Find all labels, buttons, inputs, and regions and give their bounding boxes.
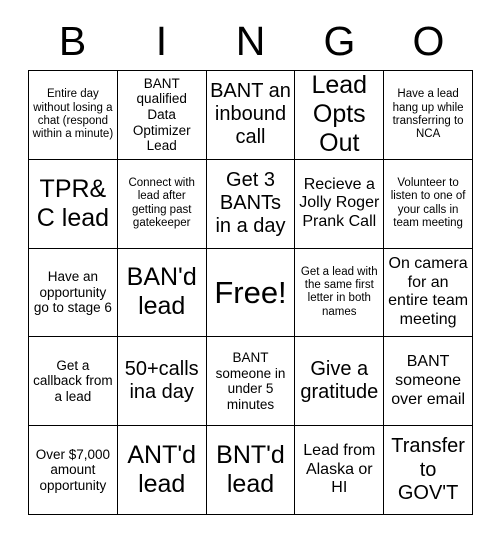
bingo-cell-i4-text: 50+calls ina day — [124, 358, 199, 404]
bingo-cell-i2-text: Connect with lead after getting past gat… — [128, 177, 195, 230]
bingo-cell-o3[interactable]: On camera for an entire team meeting — [384, 248, 473, 338]
header-letter-o-text: O — [412, 17, 445, 64]
bingo-cell-b3-text: Have an opportunity go to stage 6 — [33, 269, 112, 316]
bingo-cell-g3[interactable]: Get a lead with the same first letter in… — [295, 248, 385, 338]
bingo-cell-b2[interactable]: TPR&C lead — [29, 159, 118, 249]
bingo-cell-b5[interactable]: Over $7,000 amount opportunity — [29, 426, 118, 515]
bingo-cell-o2[interactable]: Volunteer to listen to one of your calls… — [384, 159, 473, 249]
bingo-cell-n2-text: Get 3 BANTs in a day — [215, 168, 286, 238]
bingo-cell-i2[interactable]: Connect with lead after getting past gat… — [117, 159, 207, 249]
bingo-cell-g2-text: Recieve a Jolly Roger Prank Call — [299, 175, 380, 230]
bingo-cell-g1[interactable]: Lead Opts Out — [295, 71, 385, 160]
header-letter-b: B — [28, 14, 117, 68]
bingo-cell-o3-text: On camera for an entire team meeting — [388, 255, 469, 329]
bingo-cell-b4[interactable]: Get a callback from a lead — [29, 337, 118, 427]
bingo-cell-b4-text: Get a callback from a lead — [33, 357, 113, 405]
bingo-cell-o5-text: Transfer to GOV'T — [391, 435, 465, 504]
bingo-cell-n5-text: BNT'd lead — [216, 441, 285, 499]
bingo-cell-n1[interactable]: BANT an inbound call — [206, 71, 296, 160]
bingo-card: B I N G O Entire day without losing a ch… — [0, 0, 500, 544]
bingo-cell-o1-text: Have a lead hang up while transferring t… — [392, 88, 464, 141]
header-letter-o: O — [384, 14, 473, 68]
bingo-cell-g4-text: Give a gratitude — [300, 358, 379, 404]
bingo-cell-g2[interactable]: Recieve a Jolly Roger Prank Call — [295, 159, 385, 249]
bingo-cell-g5[interactable]: Lead from Alaska or HI — [295, 426, 385, 515]
bingo-cell-o4[interactable]: BANT someone over email — [384, 337, 473, 427]
header-letter-i: I — [117, 14, 206, 68]
bingo-cell-o4-text: BANT someone over email — [391, 353, 465, 408]
header-letter-n: N — [206, 14, 295, 68]
bingo-cell-n4-text: BANT someone in under 5 minutes — [215, 349, 286, 412]
bingo-cell-b3[interactable]: Have an opportunity go to stage 6 — [29, 248, 118, 338]
bingo-cell-n2[interactable]: Get 3 BANTs in a day — [206, 159, 296, 249]
bingo-cell-o5[interactable]: Transfer to GOV'T — [384, 426, 473, 515]
bingo-cell-i3[interactable]: BAN'd lead — [117, 248, 207, 338]
bingo-cell-n5[interactable]: BNT'd lead — [206, 426, 296, 515]
bingo-cell-o2-text: Volunteer to listen to one of your calls… — [390, 177, 466, 230]
header-letter-n-text: N — [235, 17, 266, 64]
bingo-cell-i1[interactable]: BANT qualified Data Optimizer Lead — [117, 71, 207, 160]
bingo-cell-b1[interactable]: Entire day without losing a chat (respon… — [29, 71, 118, 160]
bingo-cell-i1-text: BANT qualified Data Optimizer Lead — [132, 75, 191, 154]
bingo-cell-g4[interactable]: Give a gratitude — [295, 337, 385, 427]
bingo-cell-i5-text: ANT'd lead — [127, 441, 197, 499]
bingo-cell-i3-text: BAN'd lead — [126, 263, 197, 321]
bingo-cell-b5-text: Over $7,000 amount opportunity — [35, 446, 111, 493]
bingo-cell-g3-text: Get a lead with the same first letter in… — [300, 265, 378, 318]
header-letter-b-text: B — [58, 17, 87, 64]
bingo-cell-g1-text: Lead Opts Out — [311, 71, 368, 158]
header-letter-g: G — [295, 14, 384, 68]
bingo-cell-n4[interactable]: BANT someone in under 5 minutes — [206, 337, 296, 427]
bingo-cell-o1[interactable]: Have a lead hang up while transferring t… — [384, 71, 473, 160]
header-letter-i-text: I — [155, 17, 168, 64]
bingo-cell-free-space[interactable]: Free! — [206, 248, 296, 338]
bingo-cell-i4[interactable]: 50+calls ina day — [117, 337, 207, 427]
bingo-grid: Entire day without losing a chat (respon… — [28, 70, 473, 515]
bingo-cell-free-space-text: Free! — [214, 274, 287, 310]
bingo-cell-b2-text: TPR&C lead — [36, 174, 110, 232]
bingo-cell-n1-text: BANT an inbound call — [210, 80, 291, 149]
bingo-cell-b1-text: Entire day without losing a chat (respon… — [32, 88, 114, 141]
bingo-cell-g5-text: Lead from Alaska or HI — [303, 442, 376, 497]
bingo-header-row: B I N G O — [28, 14, 473, 68]
header-letter-g-text: G — [323, 17, 356, 64]
bingo-cell-i5[interactable]: ANT'd lead — [117, 426, 207, 515]
